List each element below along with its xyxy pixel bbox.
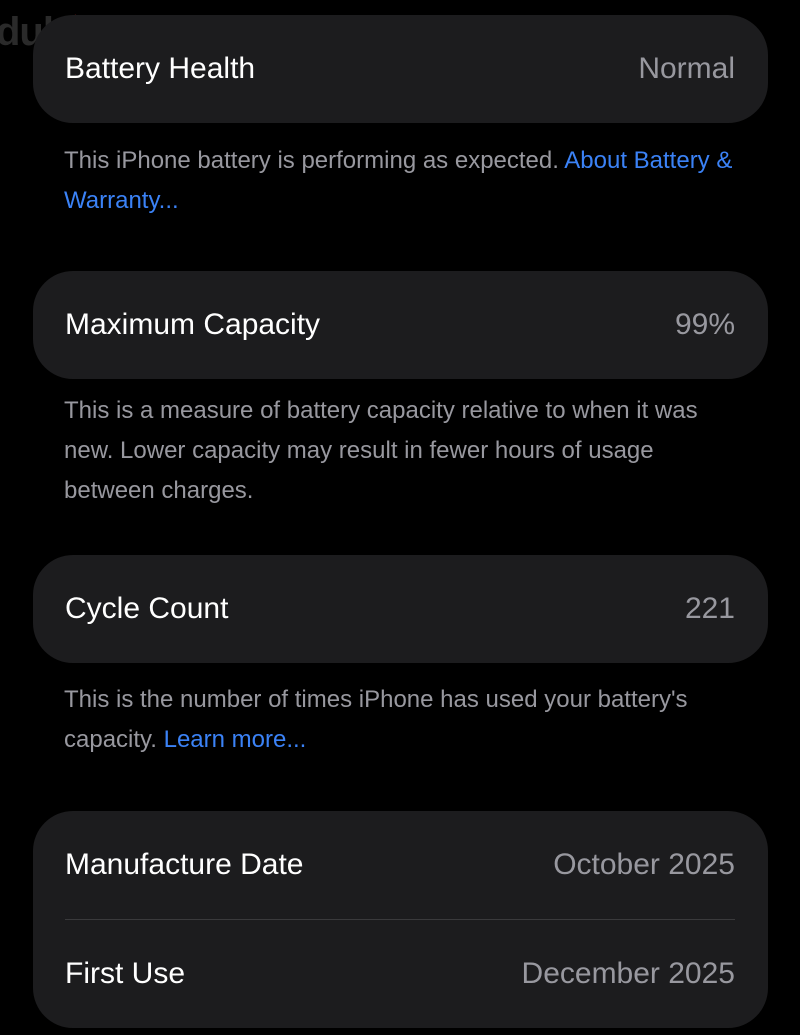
maximum-capacity-card: Maximum Capacity 99% bbox=[33, 271, 768, 379]
battery-health-card[interactable]: Battery Health Normal bbox=[33, 15, 768, 123]
maximum-capacity-description-text: This is a measure of battery capacity re… bbox=[64, 397, 698, 504]
maximum-capacity-label: Maximum Capacity bbox=[65, 308, 321, 341]
cycle-count-label: Cycle Count bbox=[65, 592, 229, 625]
battery-health-label: Battery Health bbox=[65, 52, 256, 85]
cycle-count-value: 221 bbox=[684, 592, 735, 625]
battery-health-row[interactable]: Battery Health Normal bbox=[33, 15, 768, 123]
cycle-count-description: This is the number of times iPhone has u… bbox=[64, 680, 744, 760]
manufacture-date-label: Manufacture Date bbox=[65, 848, 304, 881]
learn-more-link[interactable]: Learn more... bbox=[164, 726, 307, 753]
maximum-capacity-value: 99% bbox=[674, 308, 735, 341]
battery-health-description: This iPhone battery is performing as exp… bbox=[64, 141, 744, 221]
battery-health-description-text: This iPhone battery is performing as exp… bbox=[64, 147, 565, 174]
maximum-capacity-row: Maximum Capacity 99% bbox=[33, 271, 768, 379]
maximum-capacity-description: This is a measure of battery capacity re… bbox=[64, 391, 744, 511]
cycle-count-card: Cycle Count 221 bbox=[33, 555, 768, 663]
dates-card: Manufacture Date October 2025 First Use … bbox=[33, 811, 768, 1028]
manufacture-date-row: Manufacture Date October 2025 bbox=[33, 811, 768, 919]
manufacture-date-value: October 2025 bbox=[553, 848, 735, 881]
first-use-label: First Use bbox=[65, 957, 185, 990]
first-use-value: December 2025 bbox=[521, 957, 735, 990]
battery-health-value: Normal bbox=[638, 52, 735, 85]
cycle-count-description-text: This is the number of times iPhone has u… bbox=[64, 686, 688, 753]
first-use-row: First Use December 2025 bbox=[33, 920, 768, 1028]
cycle-count-row: Cycle Count 221 bbox=[33, 555, 768, 663]
